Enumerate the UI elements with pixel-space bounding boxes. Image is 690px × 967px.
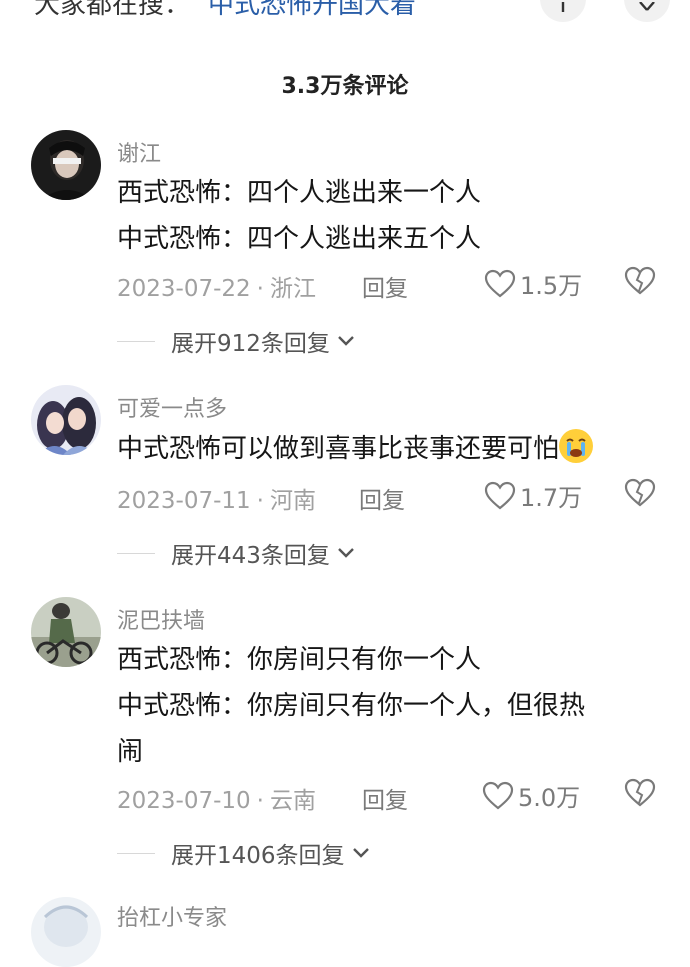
username[interactable]: 谢江: [117, 136, 161, 168]
like-button[interactable]: 1.5万: [484, 266, 582, 301]
avatar[interactable]: [31, 385, 101, 455]
like-count: 1.5万: [520, 272, 583, 300]
like-button[interactable]: 5.0万: [482, 778, 580, 813]
expand-replies-label: 展开443条回复: [171, 543, 330, 569]
comment-line-text: 中式恐怖可以做到喜事比丧事还要可怕: [117, 434, 560, 464]
avatar[interactable]: [31, 130, 101, 200]
heart-icon: [484, 269, 516, 297]
dislike-button[interactable]: [624, 778, 656, 812]
comment-count-title: 3.3万条评论: [281, 74, 409, 99]
divider: [117, 552, 155, 554]
crying-face-emoji: [559, 429, 594, 463]
comment-meta: 2023-07-11 · 河南: [117, 488, 316, 514]
broken-heart-icon: [624, 266, 656, 295]
comment-date: 2023-07-11: [117, 488, 251, 514]
comment-text: 中式恐怖可以做到喜事比丧事还要可怕: [117, 426, 657, 472]
dislike-button[interactable]: [624, 266, 656, 300]
comment-meta: 2023-07-22 · 浙江: [117, 276, 316, 302]
plus-button[interactable]: [540, 0, 586, 22]
reply-button[interactable]: 回复: [359, 481, 405, 515]
comment-line: 中式恐怖可以做到喜事比丧事还要可怕: [117, 426, 657, 472]
expand-replies-button[interactable]: 展开443条回复: [117, 536, 356, 570]
comment-location: 浙江: [269, 276, 316, 302]
avatar[interactable]: [31, 897, 101, 967]
comment-line: 西式恐怖：四个人逃出来一个人: [117, 178, 482, 208]
like-count: 1.7万: [520, 484, 583, 512]
comment-location: 河南: [269, 488, 316, 514]
like-count: 5.0万: [518, 784, 581, 812]
comment-meta: 2023-07-10 · 云南: [117, 788, 316, 814]
search-suggestion-prefix: 大家都在搜：: [34, 0, 191, 20]
close-icon: [639, 2, 655, 11]
comment-line: 中式恐怖：四个人逃出来五个人: [117, 224, 482, 254]
broken-heart-icon: [624, 478, 656, 507]
reply-button[interactable]: 回复: [362, 269, 408, 303]
search-suggestion-term[interactable]: 中式恐怖开国大着: [208, 0, 416, 21]
comment-line: 闹: [117, 737, 144, 767]
divider: [117, 340, 155, 342]
username[interactable]: 抬杠小专家: [117, 900, 227, 932]
chevron-down-icon: [338, 336, 354, 346]
expand-replies-label: 展开1406条回复: [171, 843, 345, 869]
search-suggestion-bar[interactable]: 大家都在搜： 中式恐怖开国大着: [0, 0, 690, 22]
expand-replies-button[interactable]: 展开912条回复: [117, 324, 356, 358]
comment-text: 西式恐怖：你房间只有你一个人 中式恐怖：你房间只有你一个人，但很热 闹: [117, 637, 657, 775]
chevron-down-icon: [352, 848, 369, 858]
comment-date: 2023-07-22: [117, 276, 251, 302]
comment-line: 中式恐怖：你房间只有你一个人，但很热: [117, 691, 586, 721]
comment-text: 西式恐怖：四个人逃出来一个人 中式恐怖：四个人逃出来五个人: [117, 170, 657, 262]
comment-line: 西式恐怖：你房间只有你一个人: [117, 645, 482, 675]
like-button[interactable]: 1.7万: [484, 478, 582, 513]
close-button[interactable]: [624, 0, 670, 22]
chevron-down-icon: [338, 548, 354, 558]
avatar[interactable]: [31, 597, 101, 667]
broken-heart-icon: [624, 778, 656, 807]
expand-replies-button[interactable]: 展开1406条回复: [117, 836, 371, 870]
plus-icon: [561, 2, 565, 12]
reply-button[interactable]: 回复: [362, 781, 408, 815]
expand-replies-label: 展开912条回复: [171, 331, 330, 357]
heart-icon: [482, 781, 514, 809]
divider: [117, 852, 155, 854]
comment-date: 2023-07-10: [117, 788, 251, 814]
dislike-button[interactable]: [624, 478, 656, 512]
username[interactable]: 可爱一点多: [117, 391, 227, 423]
username[interactable]: 泥巴扶墙: [117, 603, 205, 635]
comment-location: 云南: [269, 788, 316, 814]
heart-icon: [484, 481, 516, 509]
